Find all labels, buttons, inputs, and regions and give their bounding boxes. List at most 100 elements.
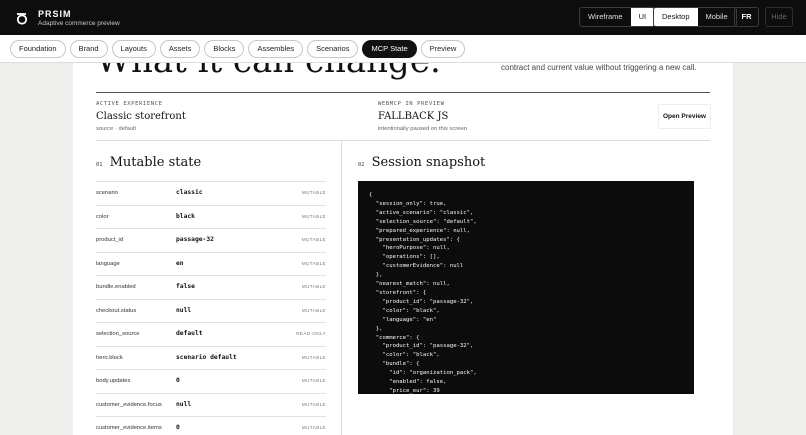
state-status: MUTABLE	[301, 378, 326, 383]
tab-layouts[interactable]: Layouts	[111, 40, 156, 58]
code-line: "operations": [],	[369, 254, 440, 261]
code-line: "enabled": false,	[369, 379, 447, 386]
app-subtitle: Adaptive commerce preview	[38, 20, 120, 27]
state-key: color	[96, 213, 109, 220]
view-wireframe-button[interactable]: Wireframe	[580, 8, 631, 26]
webmcp-status: WEBMCP IN PREVIEW FALLBACK JS intentiona…	[378, 101, 467, 132]
state-value: black	[176, 212, 195, 220]
logo-icon	[16, 13, 28, 25]
active-experience-label: ACTIVE EXPERIENCE	[96, 101, 163, 107]
state-value: default	[176, 330, 203, 337]
state-status: MUTABLE	[301, 213, 326, 219]
column-divider	[341, 141, 342, 435]
tab-blocks[interactable]: Blocks	[204, 40, 245, 58]
tab-scenarios[interactable]: Scenarios	[307, 40, 359, 58]
state-value: 0	[176, 424, 180, 431]
state-status: MUTABLE	[301, 401, 326, 407]
table-row: body.updates 0 MUTABLE	[96, 369, 326, 393]
tab-foundation[interactable]: Foundation	[10, 40, 66, 58]
state-value: 0	[176, 377, 180, 384]
tab-assembles[interactable]: Assembles	[248, 40, 304, 58]
app-name: PRSIM	[38, 9, 72, 19]
device-mobile-button[interactable]: Mobile	[698, 8, 736, 26]
session-snapshot-code: { "session_only": true, "active_scenario…	[358, 181, 694, 394]
state-key: customer_evidence.focus	[96, 401, 162, 408]
state-value: en	[176, 259, 184, 267]
state-status: MUTABLE	[301, 260, 326, 266]
state-status: MUTABLE	[301, 284, 326, 289]
code-line: "presentation_updates": {	[369, 236, 460, 243]
code-line: "active_scenario": "classic",	[369, 209, 474, 216]
view-toggle: Wireframe UI	[579, 7, 656, 27]
table-row: customer_evidence.focus null MUTABLE	[96, 392, 326, 417]
webmcp-note: intentionally paused on this screen	[378, 126, 467, 132]
state-status: MUTABLE	[301, 425, 326, 430]
mutable-state-list: scenario classic MUTABLE color black MUTABLE p…	[96, 181, 326, 435]
state-key: language	[96, 260, 120, 267]
view-ui-button[interactable]: UI	[630, 8, 655, 26]
divider	[96, 140, 710, 141]
state-value: passage-32	[176, 236, 214, 243]
top-bar: PRSIM Adaptive commerce preview Wirefram…	[0, 0, 806, 35]
section-number: 01	[96, 162, 103, 168]
table-row: bundle.enabled false MUTABLE	[96, 275, 326, 299]
state-key: checkout.status	[96, 307, 137, 314]
code-line: "price_eur": 39	[369, 387, 440, 394]
code-line: "storefront": {	[369, 289, 427, 296]
state-value: false	[176, 283, 195, 290]
open-preview-button[interactable]: Open Preview	[659, 105, 710, 128]
table-row: product_id passage-32 MUTABLE	[96, 228, 326, 252]
state-key: hero.block	[96, 354, 123, 361]
state-value: scenario default	[176, 353, 237, 361]
state-value: null	[176, 400, 192, 408]
main-panel: What it can change. contract and current…	[73, 63, 733, 435]
webmcp-label: WEBMCP IN PREVIEW	[378, 101, 445, 107]
nav-tabs: Foundation Brand Layouts Assets Blocks A…	[10, 40, 466, 58]
nav-bar: Foundation Brand Layouts Assets Blocks A…	[0, 35, 806, 63]
table-row: language en MUTABLE	[96, 251, 326, 276]
tab-brand[interactable]: Brand	[69, 40, 108, 58]
hero-note: contract and current value without trigg…	[501, 63, 697, 72]
code-line: "heroPurpose": null,	[369, 245, 450, 252]
code-line: "product_id": "passage-32",	[369, 343, 474, 350]
divider	[96, 92, 710, 93]
code-line: },	[369, 325, 383, 332]
state-status: READ ONLY	[296, 331, 326, 336]
state-key: selection_source	[96, 331, 140, 337]
language-button[interactable]: FR	[734, 7, 759, 27]
active-experience-source: source · default	[96, 126, 136, 132]
code-line: },	[369, 272, 383, 279]
state-value: classic	[176, 189, 203, 196]
state-status: MUTABLE	[301, 354, 326, 360]
code-line: "product_id": "passage-32",	[369, 298, 474, 305]
code-line: "prepared_experience": null,	[369, 227, 471, 234]
code-line: "color": "black",	[369, 352, 440, 359]
section-title: Session snapshot	[371, 155, 486, 170]
state-status: MUTABLE	[301, 237, 326, 242]
hide-button[interactable]: Hide	[765, 7, 793, 27]
state-value: null	[176, 306, 192, 314]
tab-assets[interactable]: Assets	[159, 40, 201, 58]
table-row: selection_source default READ ONLY	[96, 322, 326, 346]
code-line: "id": "organization_pack",	[369, 370, 477, 377]
tab-mcp-state[interactable]: MCP State	[362, 40, 417, 58]
table-row: hero.block scenario default MUTABLE	[96, 345, 326, 370]
code-line: "language": "en"	[369, 316, 437, 323]
tab-preview[interactable]: Preview	[420, 40, 466, 58]
state-key: body.updates	[96, 378, 131, 384]
state-key: scenario	[96, 190, 118, 196]
table-row: scenario classic MUTABLE	[96, 181, 326, 205]
mutable-state-heading: 01 Mutable state	[96, 155, 201, 170]
active-experience-value: Classic storefront	[96, 111, 186, 122]
code-line: "session_only": true,	[369, 200, 447, 207]
section-title: Mutable state	[109, 155, 202, 170]
code-line: "customerEvidence": null	[369, 263, 464, 270]
state-status: MUTABLE	[301, 307, 326, 313]
state-key: bundle.enabled	[96, 284, 136, 290]
webmcp-value: FALLBACK JS	[378, 111, 449, 122]
state-key: product_id	[96, 237, 124, 243]
hero-title: What it can change.	[96, 63, 441, 81]
device-desktop-button[interactable]: Desktop	[654, 8, 698, 26]
code-line: {	[369, 192, 373, 198]
code-line: "nearest_match": null,	[369, 281, 450, 288]
